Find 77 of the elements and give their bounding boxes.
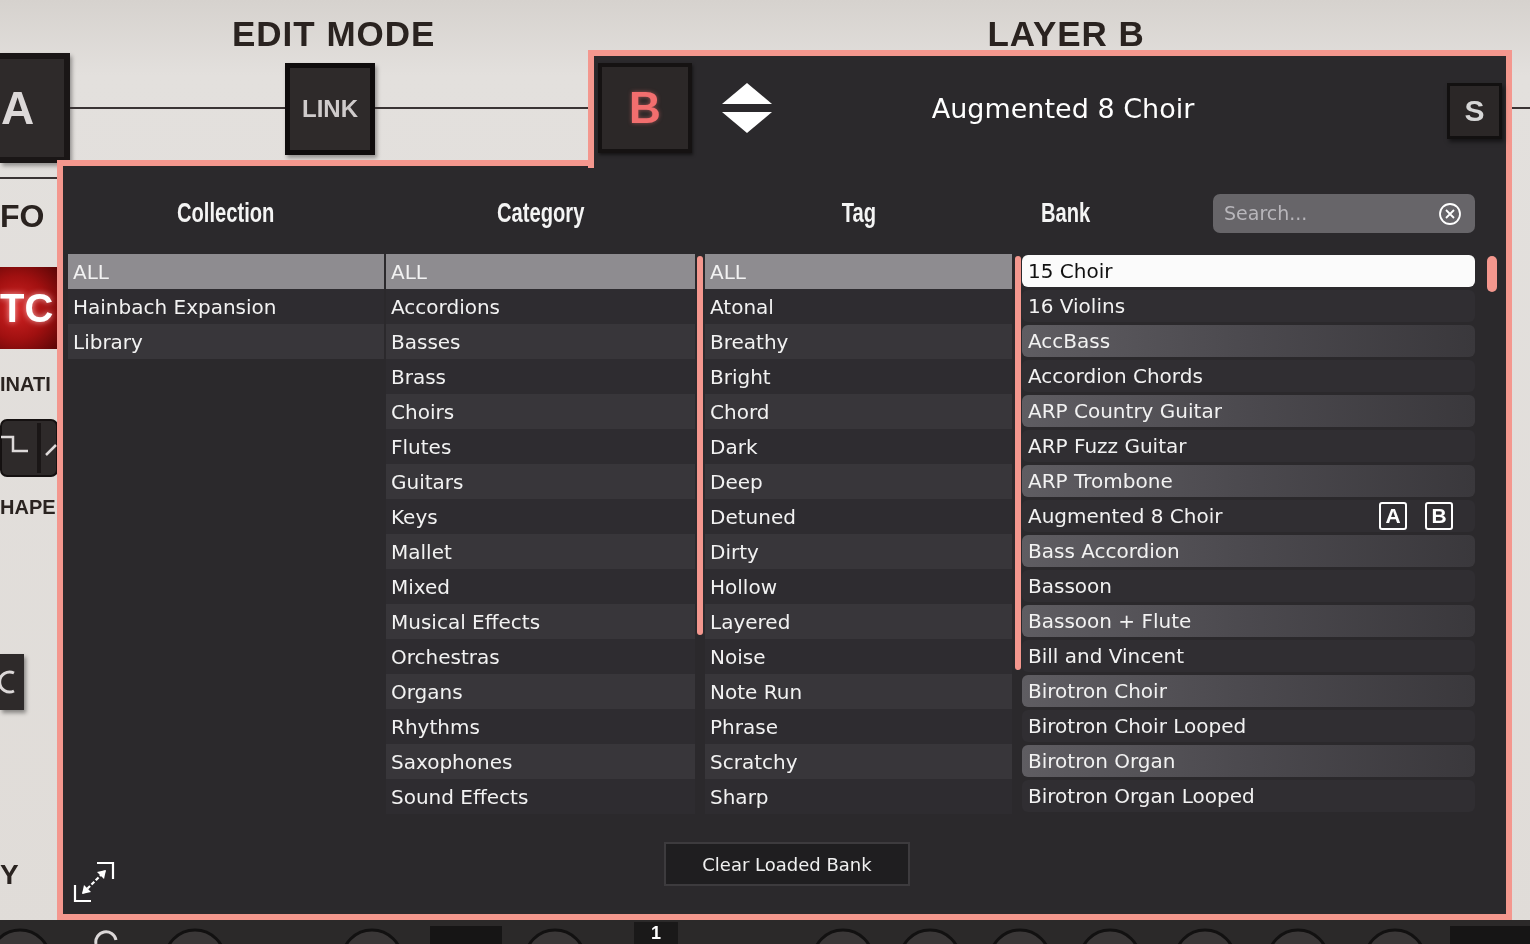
up-down-arrows-icon[interactable] [722, 83, 772, 133]
list-item[interactable]: Bill and Vincent [1022, 640, 1475, 672]
expand-icon[interactable] [73, 861, 115, 903]
list-item[interactable]: 15 Choir [1022, 255, 1475, 287]
scrollbar-thumb[interactable] [1015, 256, 1021, 670]
list-item[interactable]: Guitars [386, 464, 695, 499]
list-item[interactable]: Birotron Choir Looped [1022, 710, 1475, 742]
list-item[interactable]: Bassoon + Flute [1022, 605, 1475, 637]
layer-a-button[interactable]: A [0, 53, 70, 163]
list-item[interactable]: Detuned [705, 499, 1012, 534]
list-item[interactable]: Library [68, 324, 384, 359]
column-heading: Bank [1041, 197, 1091, 229]
scrollbar-thumb[interactable] [1487, 256, 1497, 292]
list-item[interactable]: AccBass [1022, 325, 1475, 357]
clear-search-icon[interactable] [1438, 201, 1462, 226]
list-item[interactable]: Brass [386, 359, 695, 394]
cycle-button[interactable] [0, 654, 24, 710]
list-item[interactable]: Rhythms [386, 709, 695, 744]
list-item[interactable]: Mixed [386, 569, 695, 604]
scrollbar-thumb[interactable] [697, 256, 703, 635]
link-button[interactable]: LINK [285, 63, 375, 155]
clear-loaded-bank-button[interactable]: Clear Loaded Bank [664, 842, 910, 886]
list-item[interactable]: Phrase [705, 709, 1012, 744]
list-item[interactable]: Orchestras [386, 639, 695, 674]
search-field[interactable]: Search... [1213, 193, 1475, 233]
panel-label: HAPE [0, 496, 56, 518]
list-item[interactable]: ARP Country Guitar [1022, 395, 1475, 427]
list-item[interactable]: Birotron Choir [1022, 675, 1475, 707]
list-item[interactable]: Hollow [705, 569, 1012, 604]
list-item[interactable]: Musical Effects [386, 604, 695, 639]
list-item[interactable]: Layered [705, 604, 1012, 639]
list-item[interactable]: Hainbach Expansion [68, 289, 384, 324]
list-item[interactable]: Chord [705, 394, 1012, 429]
list-item[interactable]: Saxophones [386, 744, 695, 779]
preset-title: Augmented 8 Choir [930, 92, 1196, 124]
list-item[interactable]: Sharp [705, 779, 1012, 814]
list-item[interactable]: Bright [705, 359, 1012, 394]
list-item[interactable]: Atonal [705, 289, 1012, 324]
list-item[interactable]: Basses [386, 324, 695, 359]
list-item[interactable]: Bassoon [1022, 570, 1475, 602]
solo-button[interactable]: S [1447, 83, 1502, 139]
panel-label: FO [0, 198, 45, 234]
list-item[interactable]: Keys [386, 499, 695, 534]
section-label: EDIT MODE [232, 17, 436, 50]
list-item[interactable]: Scratchy [705, 744, 1012, 779]
panel-label: INATI [0, 373, 51, 395]
channel-number: 1 [634, 922, 678, 944]
layer-badge: B [1425, 502, 1453, 530]
list-item[interactable]: Dark [705, 429, 1012, 464]
column-heading: Collection [177, 197, 275, 229]
list-item[interactable]: 16 Violins [1022, 290, 1475, 322]
layer-badge: A [1379, 502, 1407, 530]
list-item[interactable]: Noise [705, 639, 1012, 674]
list-item[interactable]: Accordion Chords [1022, 360, 1475, 392]
section-label: LAYER B [987, 17, 1145, 50]
list-item[interactable]: Birotron Organ [1022, 745, 1475, 777]
lit-button[interactable]: TC [0, 267, 57, 349]
list-item[interactable]: Choirs [386, 394, 695, 429]
column-heading: Category [496, 197, 585, 229]
list-item[interactable]: Deep [705, 464, 1012, 499]
list-item[interactable]: Mallet [386, 534, 695, 569]
list-item[interactable]: Birotron Organ Looped [1022, 780, 1475, 812]
list-item[interactable]: Accordions [386, 289, 695, 324]
list-item[interactable]: Augmented 8 Choir A B [1022, 500, 1475, 532]
list-item[interactable]: Dirty [705, 534, 1012, 569]
list-item[interactable]: ARP Trombone [1022, 465, 1475, 497]
list-item[interactable]: Organs [386, 674, 695, 709]
list-item[interactable]: Breathy [705, 324, 1012, 359]
list-item[interactable]: Bass Accordion [1022, 535, 1475, 567]
list-item[interactable]: Flutes [386, 429, 695, 464]
list-item[interactable]: Note Run [705, 674, 1012, 709]
panel-label: Y [0, 860, 19, 890]
layer-b-button[interactable]: B [598, 63, 692, 153]
list-item[interactable]: Sound Effects [386, 779, 695, 814]
arc-icon [0, 669, 16, 695]
list-item[interactable]: ARP Fuzz Guitar [1022, 430, 1475, 462]
column-heading: Tag [841, 197, 876, 229]
